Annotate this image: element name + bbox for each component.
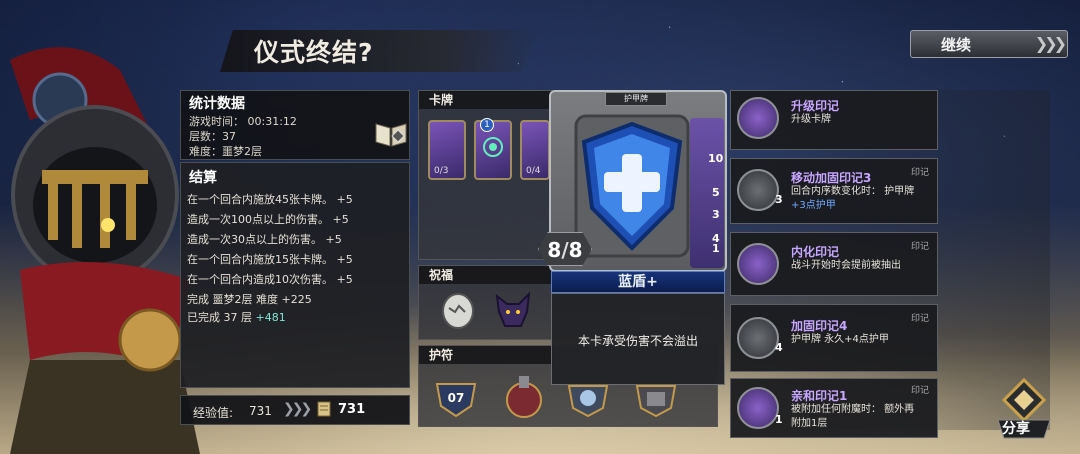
deck-card[interactable]: 1 (474, 118, 512, 180)
seal-desc: +3点护甲 (791, 200, 836, 211)
seal-level: 1 (775, 413, 783, 426)
seal-entry[interactable]: 升级印记 升级卡牌 (730, 90, 938, 150)
hammer-seal-icon (737, 97, 779, 139)
amulet-badge: 07 (448, 391, 465, 405)
seal-desc: 升级卡牌 (791, 114, 831, 125)
share-label[interactable]: 分享 (1002, 418, 1030, 438)
seal-name: 移动加固印记3 (791, 171, 872, 185)
seal-tag: 印记 (910, 168, 929, 178)
amulet-shield-icon[interactable]: 07 (433, 376, 479, 420)
stat-difficulty: 难度：噩梦2层 (189, 145, 262, 158)
seal-entry[interactable]: 印记 内化印记 战斗开始时会提前被抽出 (730, 232, 938, 296)
reinforce-seal-icon (737, 317, 779, 359)
card-upgrade-count: 0/3 (434, 166, 449, 176)
stat-floor: 层数：37 (189, 130, 236, 143)
seal-name: 亲和印记1 (791, 389, 848, 403)
blessings-section-title: 祝福 (419, 266, 552, 284)
seal-count: 10 (708, 152, 724, 165)
card-badge: 1 (480, 118, 494, 132)
seal-desc: 战斗开始时会提前被抽出 (791, 260, 901, 271)
settlement-line: 在一个回合内造成10次伤害。 +5 (187, 273, 353, 286)
settlement-line: 在一个回合内施放45张卡牌。 +5 (187, 193, 353, 206)
seal-level: 4 (775, 341, 783, 354)
blue-shield-icon (574, 114, 690, 258)
experience-total: 731 (338, 402, 366, 417)
seal-entry[interactable]: 1 印记 亲和印记1 被附加任何附魔时： 额外再 附加1层 (730, 378, 938, 438)
seal-desc: 附加1层 (791, 418, 828, 429)
seal-tag: 印记 (910, 314, 929, 324)
settlement-line: 造成一次30点以上的伤害。 +5 (187, 233, 342, 246)
internalize-seal-icon (737, 243, 779, 285)
settlement-title: 结算 (189, 170, 217, 186)
screen-title: 仪式终结? (254, 38, 374, 67)
seal-name: 内化印记 (791, 245, 840, 259)
experience-label: 经验值: (193, 406, 234, 420)
hero-character-art (10, 47, 200, 454)
card-cost: 8 (547, 238, 562, 262)
card-upgrade-count: 0/4 (526, 166, 541, 176)
settlement-floors-line: 已完成 37 层 +481 (187, 309, 286, 325)
deck-card[interactable]: 0/3 (428, 120, 466, 180)
experience-bar: 经验值: 731 ❯❯❯ (180, 395, 410, 425)
experience-value: 731 (249, 404, 272, 418)
open-book-icon[interactable] (374, 116, 408, 150)
fortify-seal-icon (737, 169, 779, 211)
card-name: 蓝盾+ (551, 271, 725, 293)
stats-title: 统计数据 (189, 96, 245, 112)
seal-count: 1 (712, 242, 720, 255)
seal-name: 升级印记 (791, 99, 840, 113)
settlement-panel: 结算 在一个回合内施放45张卡牌。 +5 造成一次100点以上的伤害。 +5 造… (180, 162, 410, 388)
card-description-box: 本卡承受伤害不会溢出 (551, 293, 725, 385)
stat-play-time: 游戏时间： 00:31:12 (189, 115, 297, 128)
seal-level: 3 (775, 193, 783, 206)
seal-tag: 印记 (910, 242, 929, 252)
seal-desc: 回合内序数变化时： 护甲牌 (791, 186, 915, 197)
seal-count: 5 (712, 186, 720, 199)
card-seal-strip: 10 5 3 4 1 (690, 118, 724, 268)
double-arrow-icon: ❯❯❯ (283, 401, 312, 417)
continue-button[interactable]: 继续 ❯❯❯ (910, 30, 1068, 58)
card-description: 本卡承受伤害不会溢出 (577, 334, 698, 348)
continue-label: 继续 (941, 35, 972, 54)
seal-desc: 被附加任何附魔时： 额外再 (791, 404, 915, 415)
settlement-line: 完成 噩梦2层 难度 +225 (187, 293, 312, 306)
seal-entry[interactable]: 4 印记 加固印记4 护甲牌 永久+4点护甲 (730, 304, 938, 372)
deck-card[interactable]: 0/4 (520, 120, 550, 180)
cards-section-title: 卡牌 (419, 91, 552, 109)
floors-bonus: +481 (255, 311, 286, 324)
seal-name: 加固印记4 (791, 319, 848, 333)
amulet-potion-icon[interactable] (501, 372, 547, 420)
chevron-right-icon: ❯❯❯ (1034, 34, 1067, 53)
cracked-egg-icon[interactable] (439, 290, 477, 330)
card-cost-badge: 8/8 (538, 232, 592, 266)
card-type-label: 护甲牌 (605, 92, 667, 106)
affinity-seal-icon (737, 387, 779, 429)
wolf-head-icon[interactable] (491, 288, 535, 332)
blessings-section: 祝福 (418, 265, 553, 340)
scroll-icon (317, 401, 331, 417)
amulets-section-title: 护符 (419, 346, 554, 364)
settlement-line: 造成一次100点以上的伤害。 +5 (187, 213, 349, 226)
floors-completed-text: 已完成 37 层 (187, 311, 252, 324)
seal-count: 3 (712, 208, 720, 221)
seal-tag: 印记 (910, 386, 929, 396)
card-cost-max: 8 (568, 238, 583, 262)
seal-desc: 护甲牌 永久+4点护甲 (791, 334, 889, 345)
swirl-icon (483, 137, 503, 157)
settlement-line: 在一个回合内施放15张卡牌。 +5 (187, 253, 353, 266)
seal-entry[interactable]: 3 印记 移动加固印记3 回合内序数变化时： 护甲牌 +3点护甲 (730, 158, 938, 224)
